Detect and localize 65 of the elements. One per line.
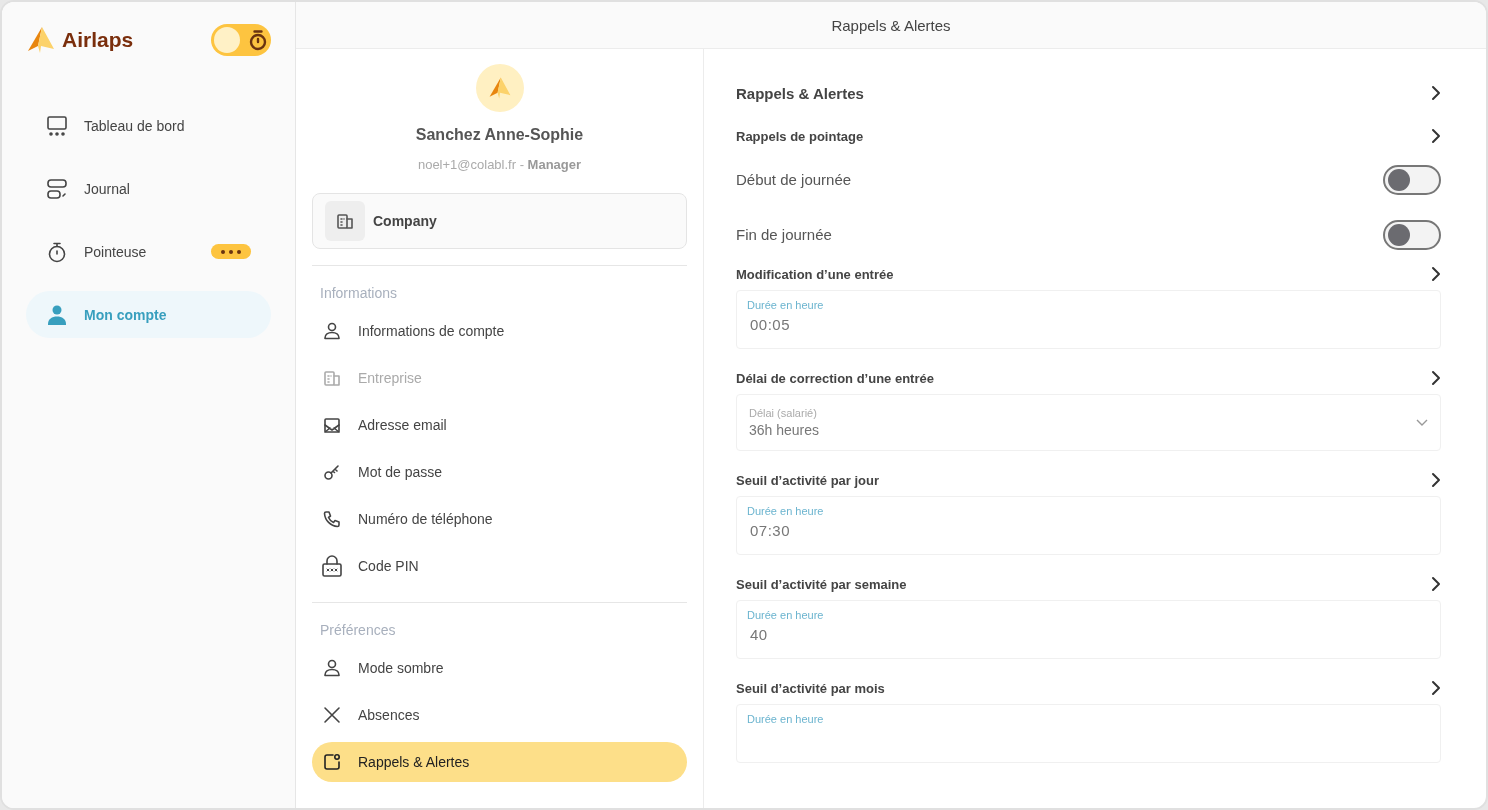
- stopwatch-icon: [248, 29, 268, 51]
- duration-field[interactable]: Durée en heure 00:05: [736, 290, 1441, 349]
- setting-row[interactable]: Seuil d’activité par jour: [736, 468, 1441, 492]
- person-icon: [322, 659, 342, 677]
- setting-row[interactable]: Seuil d’activité par semaine: [736, 572, 1441, 596]
- monitor-icon: [46, 114, 68, 137]
- chevron-right-icon[interactable]: [1431, 370, 1441, 386]
- nav-item[interactable]: Tableau de bord: [26, 102, 271, 149]
- key-icon: [322, 463, 342, 481]
- section-title: Informations: [319, 284, 399, 303]
- setting-row[interactable]: Délai de correction d’une entrée: [736, 366, 1441, 390]
- setting-row[interactable]: Rappels de pointage: [736, 124, 1441, 148]
- close-icon: [322, 706, 342, 724]
- toggle-label: Début de journée: [736, 171, 852, 188]
- toggle-switch[interactable]: [1383, 164, 1441, 195]
- timer-toggle[interactable]: [211, 24, 271, 56]
- duration-field[interactable]: Durée en heure 07:30: [736, 496, 1441, 555]
- menu-item[interactable]: Absences: [312, 695, 687, 735]
- cards-icon: [46, 177, 68, 200]
- toggle-switch[interactable]: [1383, 219, 1441, 250]
- person-icon: [322, 322, 342, 340]
- chevron-right-icon[interactable]: [1431, 128, 1441, 144]
- chevron-right-icon[interactable]: [1431, 576, 1441, 592]
- chevron-right-icon[interactable]: [1431, 472, 1441, 488]
- menu-item[interactable]: Mot de passe: [312, 452, 687, 492]
- padlock-icon: [322, 555, 342, 577]
- toggle-label: Fin de journée: [736, 226, 832, 243]
- building-icon: [336, 212, 354, 230]
- chevron-right-icon[interactable]: [1431, 266, 1441, 282]
- section-title: Préférences: [319, 621, 397, 640]
- user-name: Sanchez Anne-Sophie: [415, 126, 584, 144]
- setting-title: Seuil d’activité par jour: [736, 472, 880, 488]
- stopwatch-icon: [46, 240, 68, 263]
- setting-title: Rappels de pointage: [736, 128, 864, 144]
- menu-item[interactable]: Mode sombre: [312, 648, 687, 688]
- setting-row[interactable]: Modification d’une entrée: [736, 262, 1441, 286]
- page-title: Rappels & Alertes: [831, 16, 951, 34]
- setting-title: Seuil d’activité par semaine: [736, 576, 907, 592]
- setting-title: Seuil d’activité par mois: [736, 680, 885, 696]
- brand-name: Airlaps: [62, 28, 134, 52]
- nav-item[interactable]: Pointeuse: [26, 228, 271, 275]
- setting-row[interactable]: Rappels & Alertes: [736, 81, 1441, 105]
- menu-item[interactable]: Adresse email: [312, 405, 687, 445]
- chevron-right-icon[interactable]: [1431, 680, 1441, 696]
- menu-item[interactable]: Informations de compte: [312, 311, 687, 351]
- duration-field[interactable]: Durée en heure 40: [736, 600, 1441, 659]
- square-dot-icon: [322, 753, 342, 771]
- ellipsis-icon: [211, 244, 251, 259]
- phone-icon: [322, 510, 342, 528]
- delay-select[interactable]: Délai (salarié) 36h heures: [736, 394, 1441, 451]
- setting-title: Délai de correction d’une entrée: [736, 370, 934, 386]
- user-email-role: noel+1@colabl.fr - Manager: [417, 157, 582, 172]
- building-icon: [322, 369, 342, 387]
- nav-item[interactable]: Journal: [26, 165, 271, 212]
- envelope-icon: [322, 416, 342, 434]
- chevron-down-icon: [1416, 418, 1428, 427]
- setting-title: Modification d’une entrée: [736, 266, 894, 282]
- menu-item[interactable]: Numéro de téléphone: [312, 499, 687, 539]
- menu-item[interactable]: Code PIN: [312, 546, 687, 586]
- setting-row[interactable]: Seuil d’activité par mois: [736, 676, 1441, 700]
- person-icon: [46, 303, 68, 326]
- menu-item[interactable]: Rappels & Alertes: [312, 742, 687, 782]
- chevron-right-icon[interactable]: [1431, 85, 1441, 101]
- section-heading: Rappels & Alertes: [736, 84, 864, 102]
- company-card[interactable]: Company: [312, 193, 687, 249]
